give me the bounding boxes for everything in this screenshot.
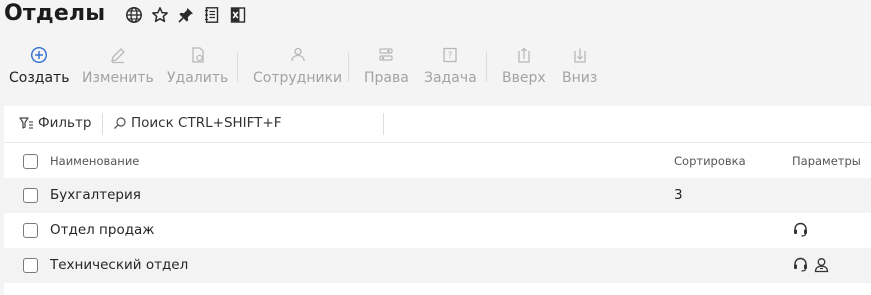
delete-doc-icon — [189, 42, 207, 68]
task-button-label: Задача — [424, 70, 477, 86]
create-button[interactable]: Создать — [9, 42, 69, 92]
create-button-label: Создать — [9, 70, 70, 86]
rights-button[interactable]: Права — [364, 42, 409, 92]
user-badge-icon — [814, 258, 829, 273]
employees-button-label: Сотрудники — [253, 70, 343, 86]
headset-icon — [794, 257, 807, 272]
move-up-button-label: Вверх — [502, 70, 546, 86]
pin-icon[interactable] — [176, 5, 196, 25]
pencil-icon — [109, 42, 127, 68]
rights-icon — [377, 42, 395, 68]
delete-button[interactable]: Удалить — [167, 42, 228, 92]
svg-text:?: ? — [448, 51, 453, 61]
row-sort: 3 — [674, 187, 683, 203]
filter-bar: Фильтр Поиск CTRL+SHIFT+F — [4, 106, 871, 142]
row-checkbox[interactable] — [23, 258, 38, 273]
task-button[interactable]: ? Задача — [424, 42, 477, 92]
select-all-checkbox[interactable] — [23, 154, 38, 169]
table-row[interactable]: Технический отдел — [4, 248, 871, 283]
task-icon: ? — [441, 42, 459, 68]
notebook-icon[interactable] — [202, 5, 222, 25]
plus-circle-icon — [30, 42, 48, 68]
move-up-button[interactable]: Вверх — [502, 42, 546, 92]
filter-label: Фильтр — [38, 115, 92, 131]
globe-icon[interactable] — [124, 5, 144, 25]
move-down-button[interactable]: Вниз — [562, 42, 597, 92]
row-name: Бухгалтерия — [50, 187, 141, 203]
move-down-icon — [571, 42, 589, 68]
table-row[interactable]: Отдел продаж — [4, 213, 871, 248]
column-header-params[interactable]: Параметры — [792, 154, 861, 168]
filter-divider — [102, 113, 103, 135]
search-placeholder: Поиск CTRL+SHIFT+F — [131, 115, 282, 131]
table-header: Наименование Сортировка Параметры — [4, 142, 871, 178]
star-icon[interactable] — [150, 5, 170, 25]
row-name: Отдел продаж — [50, 222, 155, 238]
employees-button[interactable]: Сотрудники — [253, 42, 342, 92]
column-header-sort[interactable]: Сортировка — [674, 154, 746, 168]
edit-button-label: Изменить — [82, 70, 154, 86]
employees-icon — [289, 42, 307, 68]
search-input[interactable]: Поиск CTRL+SHIFT+F — [113, 115, 383, 131]
row-name: Технический отдел — [50, 257, 189, 273]
row-params — [792, 256, 830, 273]
toolbar-divider — [348, 52, 349, 82]
toolbar-divider — [237, 52, 238, 82]
excel-icon[interactable] — [228, 5, 248, 25]
table-row[interactable]: Бухгалтерия 3 — [4, 178, 871, 213]
filter-button[interactable]: Фильтр — [18, 115, 91, 131]
delete-button-label: Удалить — [167, 70, 229, 86]
departments-panel: Фильтр Поиск CTRL+SHIFT+F Наименование С… — [4, 106, 871, 295]
search-icon — [114, 117, 126, 129]
row-params — [792, 221, 809, 238]
toolbar-divider — [486, 52, 487, 82]
row-checkbox[interactable] — [23, 188, 38, 203]
column-header-name[interactable]: Наименование — [50, 154, 139, 168]
title-actions — [124, 5, 248, 25]
rights-button-label: Права — [364, 70, 409, 86]
row-checkbox[interactable] — [23, 223, 38, 238]
filter-icon — [19, 117, 33, 129]
page-title: Отделы — [4, 1, 106, 26]
search-divider — [383, 113, 384, 135]
move-down-button-label: Вниз — [562, 70, 598, 86]
headset-icon — [794, 222, 807, 237]
move-up-icon — [515, 42, 533, 68]
edit-button[interactable]: Изменить — [82, 42, 154, 92]
